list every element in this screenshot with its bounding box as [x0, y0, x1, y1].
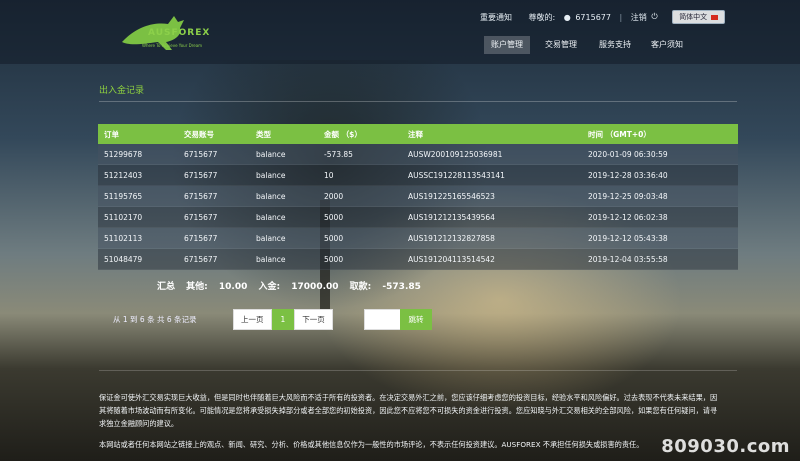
cell-amount: 5000 [318, 248, 402, 270]
disclaimer-paragraph-2: 本网站或者任何本网站之链接上的观点、新闻、研究、分析、价格或其他信息仅作为一般性… [99, 440, 644, 449]
logo-text: AUSFOREX [148, 28, 211, 38]
cell-comment: AUSW200109125036981 [402, 144, 582, 165]
summary-total-label: 汇总 [157, 282, 176, 292]
cell-type: balance [250, 248, 318, 270]
cell-account: 6715677 [178, 144, 250, 165]
cell-order: 51102170 [98, 206, 178, 228]
summary-withdraw-value: -573.85 [382, 282, 421, 292]
language-label: 简体中文 [679, 13, 708, 21]
account-number: 6715677 [575, 12, 611, 22]
cell-order: 51102113 [98, 227, 178, 249]
watermark: 809030.com [661, 436, 790, 457]
cell-comment: AUS191225165546523 [402, 185, 582, 207]
summary-withdraw-label: 取款: [349, 282, 372, 292]
cell-amount: 2000 [318, 185, 402, 207]
nav-account-management[interactable]: 账户管理 [484, 36, 530, 54]
logout-link[interactable]: 注销 [631, 12, 647, 23]
col-order[interactable]: 订单 [98, 124, 178, 144]
summary-deposit-label: 入金: [258, 282, 281, 292]
language-select[interactable]: 简体中文 [672, 10, 726, 24]
pagination: 上一页 1 下一页 [233, 309, 333, 330]
cell-time: 2020-01-09 06:30:59 [582, 144, 738, 165]
col-type[interactable]: 类型 [250, 124, 318, 144]
nav-service-support[interactable]: 服务支持 [592, 36, 638, 54]
cell-type: balance [250, 144, 318, 165]
risk-disclaimer: 保证金可使外汇交易实现巨大收益，但是同时也伴随着巨大风险而不适于所有的投资者。在… [99, 391, 719, 459]
cell-time: 2019-12-04 03:55:58 [582, 248, 738, 270]
pagination-info: 从 1 到 6 条 共 6 条记录 [113, 315, 197, 324]
table-row: 51102113 6715677 balance 5000 AUS1912121… [98, 227, 738, 249]
cell-account: 6715677 [178, 164, 250, 186]
table-row: 51212403 6715677 balance 10 AUSSC1912281… [98, 164, 738, 186]
cell-comment: AUS191212135439564 [402, 206, 582, 228]
table-row: 51048479 6715677 balance 5000 AUS1912041… [98, 248, 738, 270]
cell-time: 2019-12-12 06:02:38 [582, 206, 738, 228]
section-divider [99, 370, 737, 371]
page-title: 出入金记录 [99, 86, 145, 96]
disclaimer-paragraph-1: 保证金可使外汇交易实现巨大收益，但是同时也伴随着巨大风险而不适于所有的投资者。在… [99, 393, 718, 428]
cell-order: 51299678 [98, 144, 178, 165]
col-time[interactable]: 时间 （GMT+0） [582, 124, 738, 144]
user-icon: ● [563, 12, 571, 22]
prev-page-button[interactable]: 上一页 [233, 309, 272, 330]
cell-account: 6715677 [178, 185, 250, 207]
cell-type: balance [250, 206, 318, 228]
cell-comment: AUSSC191228113543141 [402, 164, 582, 186]
summary-deposit-value: 17000.00 [291, 282, 339, 292]
table-row: 51102170 6715677 balance 5000 AUS1912121… [98, 206, 738, 228]
cell-order: 51195765 [98, 185, 178, 207]
cell-amount: -573.85 [318, 144, 402, 165]
col-account[interactable]: 交易账号 [178, 124, 250, 144]
nav-trade-management[interactable]: 交易管理 [538, 36, 584, 54]
cell-amount: 10 [318, 164, 402, 186]
greeting-label: 尊敬的: [528, 12, 556, 22]
cell-time: 2019-12-25 09:03:48 [582, 185, 738, 207]
summary-other-label: 其他: [186, 282, 208, 292]
cell-type: balance [250, 227, 318, 249]
cell-comment: AUS191212132827858 [402, 227, 582, 249]
jump-button[interactable]: 跳转 [400, 309, 432, 330]
important-notice-link[interactable]: 重要通知 [480, 12, 512, 23]
top-links: 重要通知 尊敬的: ● 6715677 | 注销 ⏻ 简体中文 [480, 10, 726, 24]
col-amount[interactable]: 金额 （$） [318, 124, 402, 144]
power-icon[interactable]: ⏻ [651, 12, 657, 22]
summary-row: 汇总 其他: 10.00 入金: 17000.00 取款: -573.85 [157, 279, 429, 292]
cell-time: 2019-12-12 05:43:38 [582, 227, 738, 249]
cell-order: 51048479 [98, 248, 178, 270]
records-table: 订单 交易账号 类型 金额 （$） 注释 时间 （GMT+0） 51299678… [98, 124, 738, 270]
jump-page-input[interactable] [364, 309, 402, 330]
col-comment[interactable]: 注释 [402, 124, 582, 144]
cell-account: 6715677 [178, 227, 250, 249]
cell-type: balance [250, 185, 318, 207]
table-row: 51195765 6715677 balance 2000 AUS1912251… [98, 185, 738, 207]
cell-order: 51212403 [98, 164, 178, 186]
cell-amount: 5000 [318, 227, 402, 249]
logo-tagline: Where To Achieve Your Dream [142, 43, 203, 48]
title-divider [99, 101, 737, 102]
cell-comment: AUS191204113514542 [402, 248, 582, 270]
cell-type: balance [250, 164, 318, 186]
cell-account: 6715677 [178, 248, 250, 270]
table-header-row: 订单 交易账号 类型 金额 （$） 注释 时间 （GMT+0） [98, 124, 738, 144]
divider: | [619, 12, 623, 22]
current-page-button[interactable]: 1 [271, 309, 295, 330]
next-page-button[interactable]: 下一页 [294, 309, 333, 330]
table-row: 51299678 6715677 balance -573.85 AUSW200… [98, 144, 738, 165]
flag-icon [711, 14, 719, 20]
nav-client-notice[interactable]: 客户须知 [644, 36, 690, 54]
summary-other-value: 10.00 [218, 282, 248, 292]
cell-amount: 5000 [318, 206, 402, 228]
cell-time: 2019-12-28 03:36:40 [582, 164, 738, 186]
cell-account: 6715677 [178, 206, 250, 228]
